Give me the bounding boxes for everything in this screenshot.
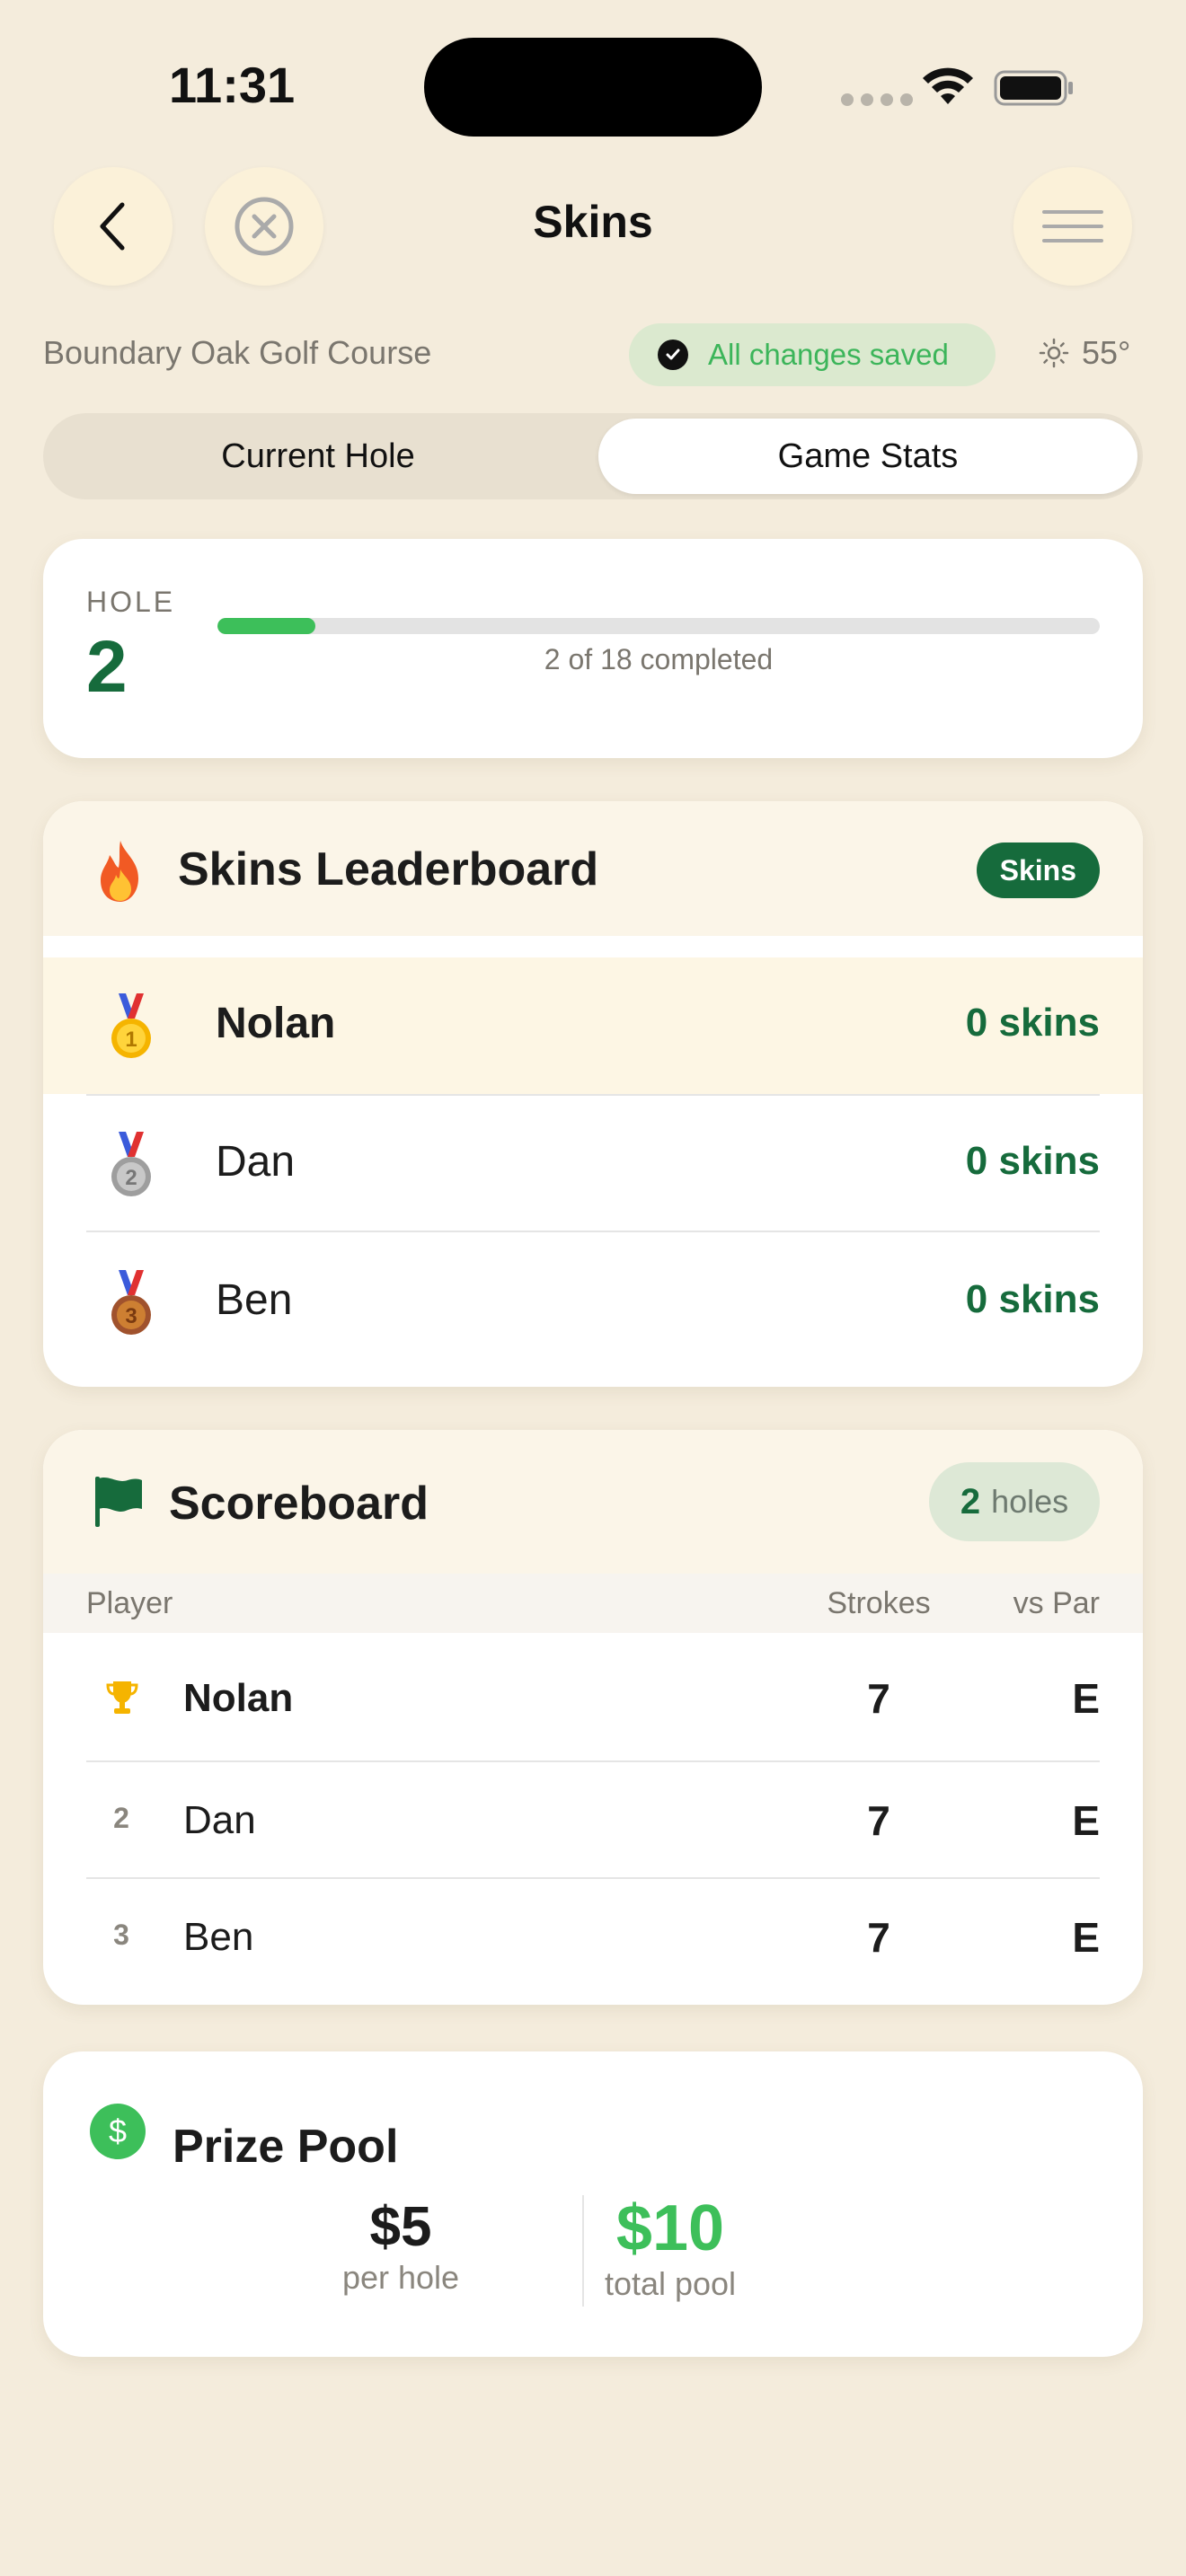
tab-game-stats[interactable]: Game Stats	[598, 419, 1137, 494]
hole-label: HOLE	[86, 586, 176, 618]
total-pool-label: total pool	[604, 2265, 737, 2302]
hole-progress-card: HOLE 2 2 of 18 completed	[43, 539, 1143, 758]
svg-text:3: 3	[125, 1304, 137, 1328]
vs-par-value: E	[1072, 1675, 1100, 1722]
holes-count: 2	[960, 1481, 981, 1522]
strokes-value: 7	[867, 1914, 890, 1961]
scoreboard-row[interactable]: 3 Ben 7 E	[43, 1877, 1143, 1994]
checkmark-icon	[658, 340, 688, 370]
total-pool-value: $10	[615, 2192, 725, 2264]
sun-icon	[1039, 338, 1069, 368]
tab-current-hole[interactable]: Current Hole	[43, 413, 593, 499]
page-title: Skins	[533, 197, 653, 247]
scoreboard-card: Scoreboard 2 holes Player Strokes vs Par…	[43, 1430, 1143, 2005]
strokes-value: 7	[867, 1675, 890, 1722]
per-hole-label: per hole	[341, 2259, 460, 2296]
leaderboard-row[interactable]: 1 Nolan 0 skins	[43, 957, 1143, 1094]
round-progress-fill	[217, 618, 316, 634]
wifi-icon	[923, 67, 973, 104]
skins-count: 0 skins	[965, 1277, 1100, 1321]
per-hole-value: $5	[369, 2196, 432, 2258]
course-name: Boundary Oak Golf Course	[43, 334, 432, 371]
skins-leaderboard-card: Skins Leaderboard Skins 1 Nolan 0 skins …	[43, 801, 1143, 1387]
leaderboard-title: Skins Leaderboard	[178, 843, 599, 895]
save-status-badge: All changes saved	[629, 323, 996, 386]
rank-number: 2	[113, 1802, 129, 1834]
flag-icon	[95, 1477, 142, 1527]
weather: 55°	[1039, 334, 1130, 372]
scoreboard-title: Scoreboard	[169, 1478, 429, 1530]
total-pool-stat: $10 total pool	[600, 2192, 852, 2303]
hamburger-icon	[1042, 210, 1103, 243]
menu-button[interactable]	[1013, 167, 1132, 286]
gold-medal-icon: 1	[111, 993, 151, 1058]
player-name: Dan	[216, 1138, 296, 1186]
dollar-icon: $	[90, 2104, 146, 2159]
svg-text:1: 1	[125, 1028, 137, 1052]
holes-played-badge: 2 holes	[929, 1462, 1100, 1541]
skins-count: 0 skins	[965, 1001, 1100, 1045]
column-vs-par: vs Par	[1013, 1586, 1100, 1620]
column-player: Player	[86, 1586, 173, 1620]
svg-text:2: 2	[125, 1166, 137, 1190]
rank-number: 3	[113, 1919, 129, 1951]
player-name: Nolan	[216, 1000, 336, 1047]
trophy-icon	[106, 1681, 138, 1714]
status-time: 11:31	[169, 57, 296, 113]
scoreboard-header: Scoreboard 2 holes	[43, 1430, 1143, 1574]
prize-pool-title: Prize Pool	[173, 2121, 399, 2173]
player-name: Dan	[183, 1798, 256, 1842]
scoreboard-row[interactable]: Nolan 7 E	[43, 1638, 1143, 1755]
bronze-medal-icon: 3	[111, 1270, 151, 1335]
round-progress-bar	[217, 618, 1100, 634]
leaderboard-header: Skins Leaderboard Skins	[43, 801, 1143, 936]
leaderboard-row[interactable]: 3 Ben 0 skins	[43, 1234, 1143, 1371]
player-name: Ben	[216, 1276, 293, 1324]
row-divider	[86, 1231, 1100, 1232]
silver-medal-icon: 2	[111, 1132, 151, 1196]
scoreboard-column-headers: Player Strokes vs Par	[43, 1574, 1143, 1633]
fire-icon	[101, 841, 138, 902]
column-strokes: Strokes	[827, 1586, 931, 1620]
holes-label: holes	[991, 1483, 1069, 1520]
vs-par-value: E	[1072, 1797, 1100, 1844]
skins-count: 0 skins	[965, 1139, 1100, 1183]
save-status-label: All changes saved	[708, 338, 949, 371]
game-type-badge: Skins	[976, 842, 1100, 898]
strokes-value: 7	[867, 1797, 890, 1844]
hole-number: 2	[86, 626, 128, 708]
prize-pool-card: $ Prize Pool $5 per hole $10 total pool	[43, 2051, 1143, 2357]
player-name: Nolan	[183, 1676, 294, 1720]
dynamic-island	[424, 38, 762, 137]
temperature: 55°	[1082, 334, 1131, 371]
player-name: Ben	[183, 1915, 254, 1959]
vs-par-value: E	[1072, 1914, 1100, 1961]
view-segmented-control: Current Hole Game Stats	[43, 413, 1143, 499]
leaderboard-row[interactable]: 2 Dan 0 skins	[43, 1096, 1143, 1232]
cellular-signal-icon	[841, 93, 913, 106]
battery-icon	[994, 70, 1073, 106]
progress-text: 2 of 18 completed	[544, 643, 774, 675]
scoreboard-row[interactable]: 2 Dan 7 E	[43, 1760, 1143, 1877]
